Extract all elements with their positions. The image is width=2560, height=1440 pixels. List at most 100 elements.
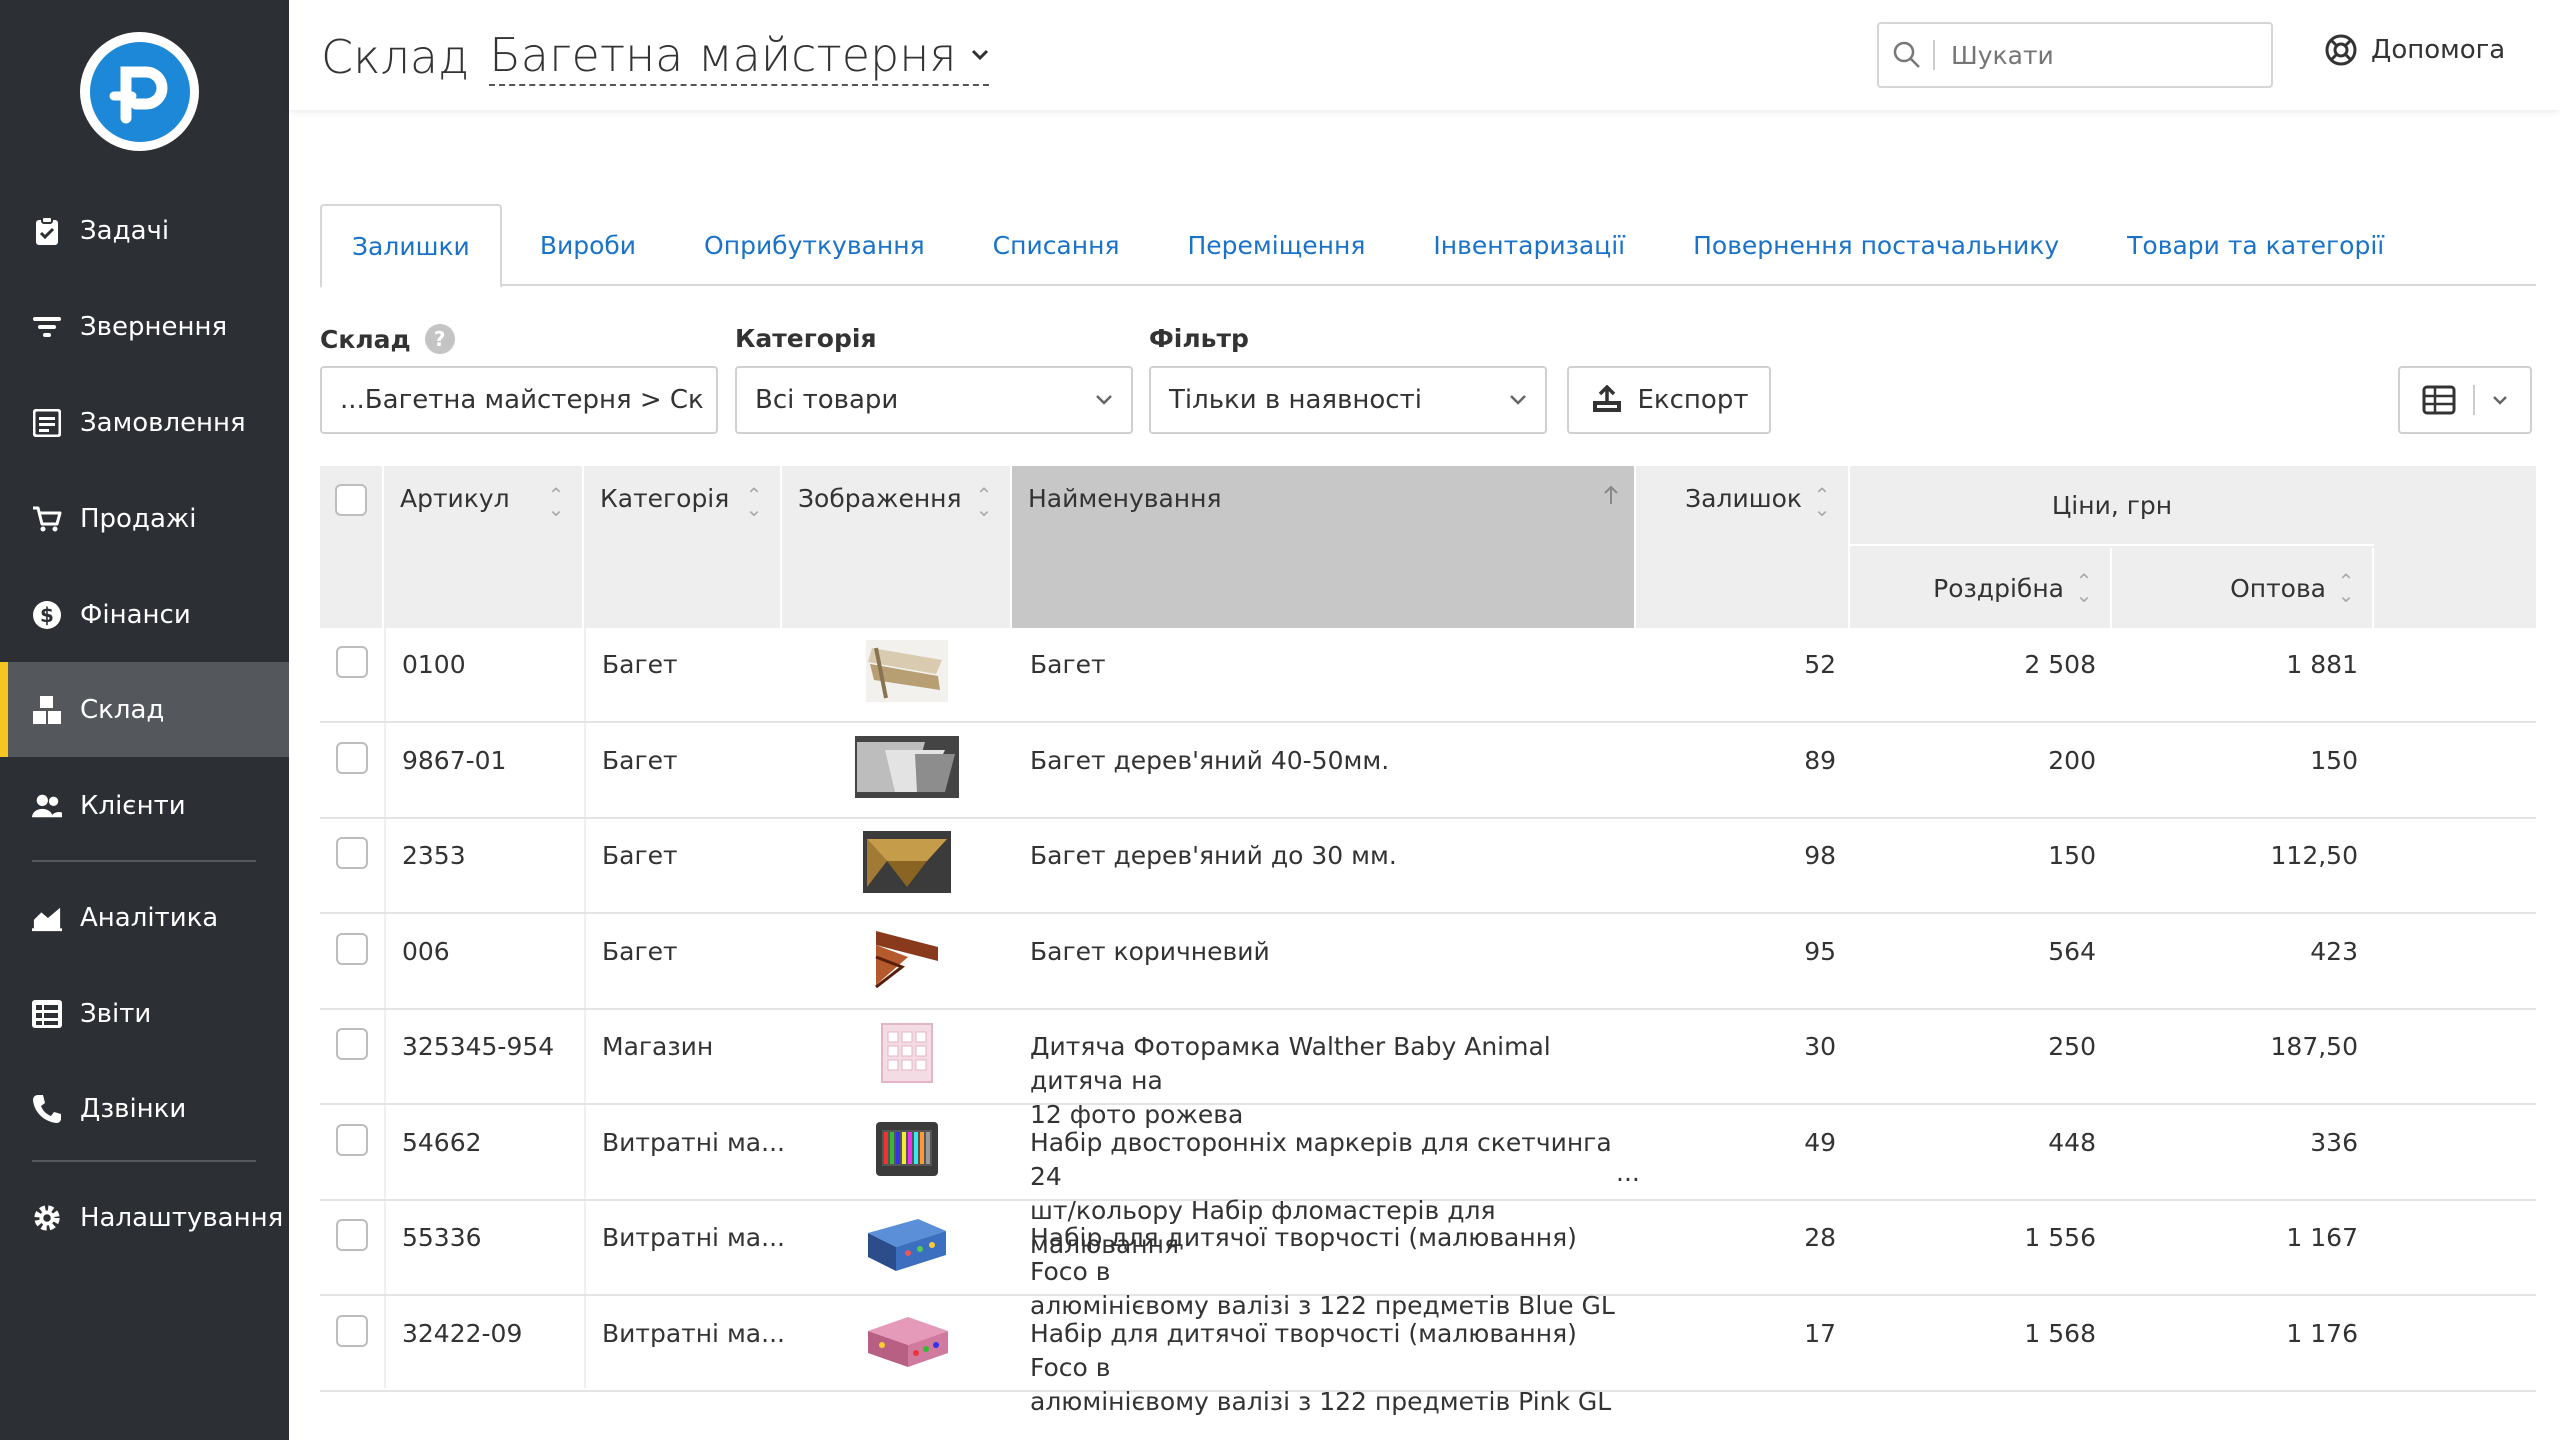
sidebar-item-reports[interactable]: Звіти	[0, 966, 289, 1061]
sidebar-item-tasks[interactable]: Задачі	[0, 183, 289, 278]
column-header-name[interactable]: Найменування	[1012, 466, 1636, 628]
row-checkbox[interactable]	[336, 1219, 368, 1251]
table-row[interactable]: 9867-01 Багет Багет дерев'яний 40-50мм. 89 2…	[320, 724, 2536, 819]
column-header-label: Найменування	[1028, 484, 1222, 513]
column-header-label: Категорія	[600, 484, 730, 513]
category-select[interactable]: Всі товари	[735, 366, 1133, 434]
lifebuoy-icon	[2325, 34, 2357, 66]
column-header-label: Залишок	[1685, 484, 1802, 513]
cell-category: Багет	[602, 841, 678, 870]
sort-icon: ⌃ ⌄	[745, 483, 763, 521]
table-row[interactable]: 325345-954 Магазин Дитяча Фоторамка Walthe…	[320, 1010, 2536, 1129]
tab-writeoffs[interactable]: Списання	[963, 204, 1150, 286]
row-checkbox[interactable]	[336, 837, 368, 869]
cell-stock: 49	[1804, 1127, 1836, 1157]
search-input[interactable]	[1951, 40, 2251, 70]
sidebar-item-label: Звіти	[80, 998, 152, 1029]
sidebar-item-clients[interactable]: Клієнти	[0, 758, 289, 853]
sidebar-item-sales[interactable]: Продажі	[0, 471, 289, 566]
tab-products[interactable]: Вироби	[510, 204, 666, 286]
warehouse-name: Багетна майстерня	[489, 28, 957, 82]
row-checkbox[interactable]	[336, 1123, 368, 1156]
tab-supplier-returns[interactable]: Повернення постачальнику	[1663, 204, 2089, 286]
table-row[interactable]: 32422-09 Витратні ма... Набір для дитячої …	[320, 1297, 2536, 1416]
sidebar-item-label: Замовлення	[80, 407, 246, 438]
table-row[interactable]: 2353 Багет Багет дерев'яний до 30 мм. 98 150…	[320, 819, 2536, 914]
row-checkbox[interactable]	[336, 741, 368, 774]
product-thumbnail[interactable]	[852, 1118, 962, 1180]
view-toggle-button[interactable]	[2398, 366, 2532, 434]
select-all-checkbox[interactable]	[335, 484, 367, 516]
column-header-image[interactable]: Зображення ⌃ ⌄	[782, 466, 1012, 628]
users-icon	[32, 791, 62, 821]
sidebar-item-warehouse[interactable]: Склад	[0, 662, 289, 757]
sidebar-item-calls[interactable]: Дзвінки	[0, 1061, 289, 1156]
export-button[interactable]: Експорт	[1567, 366, 1771, 434]
filter-label: Фільтр	[1149, 324, 1249, 353]
search-box[interactable]	[1877, 22, 2273, 88]
tab-transfers[interactable]: Переміщення	[1157, 204, 1395, 286]
sidebar: Задачі Звернення Замовлення Продажі $ Фі…	[0, 0, 289, 1440]
help-question-icon[interactable]: ?	[424, 324, 455, 354]
table-row[interactable]: 55336 Витратні ма... Набір для дитячої тво…	[320, 1201, 2536, 1320]
row-checkbox[interactable]	[336, 1028, 368, 1060]
table-row[interactable]: 54662 Витратні ма... Набір двосторонніх ма…	[320, 1106, 2536, 1259]
tab-goods-categories[interactable]: Товари та категорії	[2097, 204, 2414, 286]
tab-bar: Залишки Вироби Оприбуткування Списання П…	[320, 204, 2536, 288]
row-checkbox[interactable]	[336, 646, 368, 678]
cell-wholesale-price: 1 176	[2286, 1318, 2358, 1348]
tab-inventories[interactable]: Інвентаризації	[1403, 204, 1655, 286]
sidebar-item-label: Продажі	[80, 503, 197, 534]
tab-receipts[interactable]: Оприбуткування	[674, 204, 955, 286]
top-header: Склад Багетна майстерня Допомога	[289, 0, 2560, 110]
order-list-icon	[32, 408, 62, 438]
sidebar-item-settings[interactable]: Налаштування	[0, 1170, 289, 1265]
sort-asc-icon	[1604, 485, 1618, 504]
table-row[interactable]: 006 Багет Багет коричневий 95 564 423	[320, 915, 2536, 1010]
sidebar-item-label: Звернення	[80, 311, 228, 342]
table-row[interactable]: 0100 Багет Багет 52 2 508 1 881	[320, 628, 2536, 723]
product-thumbnail[interactable]	[852, 1022, 962, 1084]
warehouse-selector[interactable]: Багетна майстерня	[489, 28, 989, 86]
sidebar-item-requests[interactable]: Звернення	[0, 279, 289, 374]
column-header-retail[interactable]: Роздрібна ⌃ ⌄	[1850, 548, 2112, 628]
sidebar-item-label: Дзвінки	[80, 1093, 187, 1124]
sidebar-item-label: Задачі	[80, 215, 170, 246]
column-header-category[interactable]: Категорія ⌃ ⌄	[584, 466, 782, 628]
help-link[interactable]: Допомога	[2325, 34, 2505, 66]
cell-name: Багет	[1030, 648, 1630, 682]
product-thumbnail[interactable]	[852, 831, 962, 893]
cell-retail-price: 2 508	[2024, 650, 2096, 679]
column-header-wholesale[interactable]: Оптова ⌃ ⌄	[2112, 548, 2374, 628]
cell-stock: 28	[1804, 1223, 1836, 1252]
chevron-down-icon	[1096, 395, 1112, 405]
row-checkbox[interactable]	[336, 932, 368, 965]
warehouse-select[interactable]: ...Багетна майстерня > Ск	[320, 366, 718, 434]
cell-retail-price: 1 556	[2024, 1223, 2096, 1252]
cell-category: Витратні ма...	[602, 1127, 785, 1157]
column-header-stock[interactable]: Залишок ⌃ ⌄	[1636, 466, 1850, 628]
cell-name-ellipsis: ...	[1616, 1157, 1640, 1187]
chevron-down-icon	[971, 49, 988, 61]
product-thumbnail[interactable]	[852, 735, 962, 798]
sidebar-item-label: Аналітика	[80, 902, 219, 933]
cell-name-line1: Багет дерев'яний 40-50мм.	[1030, 745, 1390, 775]
sidebar-item-analytics[interactable]: Аналітика	[0, 870, 289, 965]
column-header-sku[interactable]: Артикул ⌃ ⌄	[384, 466, 584, 628]
cell-name: Багет дерев'яний 40-50мм.	[1030, 744, 1630, 778]
app-logo[interactable]	[80, 32, 199, 151]
cell-retail-price: 448	[2048, 1127, 2096, 1157]
product-thumbnail[interactable]	[852, 926, 962, 989]
row-checkbox[interactable]	[336, 1314, 368, 1347]
cell-wholesale-price: 112,50	[2270, 841, 2358, 870]
column-header-label: Артикул	[400, 484, 510, 513]
sidebar-item-finance[interactable]: $ Фінанси	[0, 567, 289, 662]
grid-table-icon	[2422, 385, 2456, 415]
product-thumbnail[interactable]	[852, 1213, 962, 1275]
product-thumbnail[interactable]	[852, 640, 962, 702]
tab-stock[interactable]: Залишки	[320, 204, 502, 288]
sidebar-item-orders[interactable]: Замовлення	[0, 375, 289, 470]
cell-retail-price: 150	[2048, 841, 2096, 870]
availability-filter-select[interactable]: Тільки в наявності	[1149, 366, 1547, 434]
product-thumbnail[interactable]	[852, 1309, 962, 1371]
